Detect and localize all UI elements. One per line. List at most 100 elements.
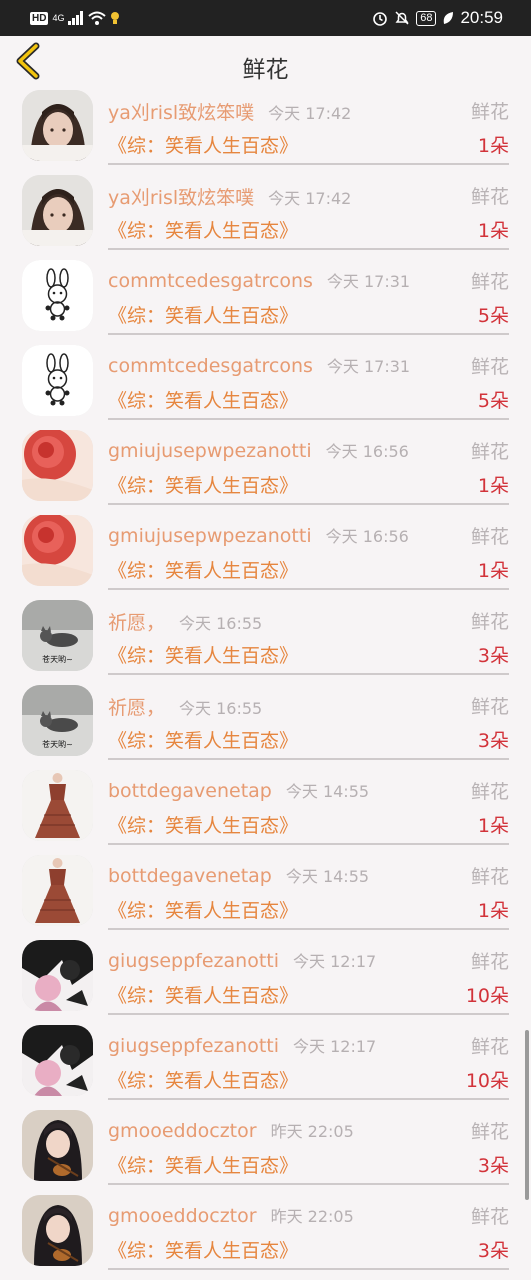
book-title[interactable]: 《综：笑看人生百态》 (108, 641, 298, 668)
avatar[interactable] (22, 430, 93, 501)
list-item-content: giugseppfezanotti 今天 12:17 鲜花 《综：笑看人生百态》 … (0, 940, 531, 1025)
clock: 20:59 (460, 8, 503, 27)
divider (108, 1183, 509, 1185)
username-line: commtcedesgatrcons 今天 17:31 (108, 353, 410, 377)
leaf-icon (444, 12, 454, 24)
header-bar: 鲜花 (0, 36, 531, 84)
username[interactable]: 祈愿， (108, 697, 165, 719)
timestamp: 今天 17:42 (268, 189, 352, 208)
timestamp: 今天 16:55 (179, 699, 263, 718)
username[interactable]: 祈愿， (108, 612, 165, 634)
divider (108, 843, 509, 845)
book-title[interactable]: 《综：笑看人生百态》 (108, 216, 298, 243)
avatar[interactable] (22, 1110, 93, 1181)
list-item[interactable]: gmooeddocztor 昨天 22:05 鲜花 《综：笑看人生百态》 3朵 (0, 1189, 531, 1274)
username[interactable]: commtcedesgatrcons (108, 270, 313, 292)
gift-count: 1朵 (477, 220, 509, 242)
list-item[interactable]: gmiujusepwpezanotti 今天 16:56 鲜花 《综：笑看人生百态… (0, 509, 531, 594)
flower-gift-list[interactable]: ya刈risl致炫笨噗 今天 17:42 鲜花 《综：笑看人生百态》 1朵 ya刈… (0, 84, 531, 1280)
gift-type: 鲜花 (470, 186, 509, 208)
gift-count: 3朵 (477, 730, 509, 752)
gift-type: 鲜花 (470, 271, 509, 293)
avatar[interactable] (22, 260, 93, 331)
book-title[interactable]: 《综：笑看人生百态》 (108, 896, 298, 923)
username-line: ya刈risl致炫笨噗 今天 17:42 (108, 98, 351, 125)
book-title[interactable]: 《综：笑看人生百态》 (108, 1151, 298, 1178)
avatar[interactable] (22, 1025, 93, 1096)
username[interactable]: gmiujusepwpezanotti (108, 440, 312, 462)
list-item[interactable]: bottdegavenetap 今天 14:55 鲜花 《综：笑看人生百态》 1朵 (0, 764, 531, 849)
book-title[interactable]: 《综：笑看人生百态》 (108, 726, 298, 753)
status-left: HD 4G (30, 9, 120, 27)
username-line: gmooeddocztor 昨天 22:05 (108, 1118, 354, 1142)
username[interactable]: giugseppfezanotti (108, 950, 279, 972)
book-title[interactable]: 《综：笑看人生百态》 (108, 301, 298, 328)
username[interactable]: gmiujusepwpezanotti (108, 525, 312, 547)
scrollbar[interactable] (525, 1030, 529, 1200)
username-line: gmiujusepwpezanotti 今天 16:56 (108, 438, 409, 462)
list-item-content: gmooeddocztor 昨天 22:05 鲜花 《综：笑看人生百态》 3朵 (0, 1110, 531, 1195)
avatar[interactable] (22, 940, 93, 1011)
avatar[interactable] (22, 90, 93, 161)
username[interactable]: bottdegavenetap (108, 865, 272, 887)
username[interactable]: gmooeddocztor (108, 1120, 257, 1142)
username[interactable]: ya刈risl致炫笨噗 (108, 102, 254, 124)
list-item-content: ya刈risl致炫笨噗 今天 17:42 鲜花 《综：笑看人生百态》 1朵 (0, 90, 531, 175)
timestamp: 今天 17:42 (268, 104, 352, 123)
avatar[interactable] (22, 855, 93, 926)
list-item-content: bottdegavenetap 今天 14:55 鲜花 《综：笑看人生百态》 1朵 (0, 855, 531, 940)
username-line: commtcedesgatrcons 今天 17:31 (108, 268, 410, 292)
list-item[interactable]: gmooeddocztor 昨天 22:05 鲜花 《综：笑看人生百态》 3朵 (0, 1104, 531, 1189)
gift-count: 1朵 (477, 900, 509, 922)
timestamp: 今天 14:55 (285, 867, 370, 886)
avatar[interactable]: 苍天哟~ (22, 600, 93, 671)
list-item[interactable]: 苍天哟~ 祈愿， 今天 16:55 鲜花 《综：笑看人生百态》 3朵 (0, 594, 531, 679)
book-title[interactable]: 《综：笑看人生百态》 (108, 386, 298, 413)
book-title[interactable]: 《综：笑看人生百态》 (108, 131, 298, 158)
list-item[interactable]: commtcedesgatrcons 今天 17:31 鲜花 《综：笑看人生百态》… (0, 339, 531, 424)
avatar[interactable] (22, 175, 93, 246)
avatar[interactable]: 苍天哟~ (22, 685, 93, 756)
svg-text:苍天哟~: 苍天哟~ (42, 654, 73, 664)
list-item[interactable]: bottdegavenetap 今天 14:55 鲜花 《综：笑看人生百态》 1朵 (0, 849, 531, 934)
list-item[interactable]: gmiujusepwpezanotti 今天 16:56 鲜花 《综：笑看人生百态… (0, 424, 531, 509)
list-item[interactable]: 苍天哟~ 祈愿， 今天 16:55 鲜花 《综：笑看人生百态》 3朵 (0, 679, 531, 764)
gift-type: 鲜花 (470, 1121, 509, 1143)
list-item[interactable]: giugseppfezanotti 今天 12:17 鲜花 《综：笑看人生百态》 … (0, 1019, 531, 1104)
book-title[interactable]: 《综：笑看人生百态》 (108, 471, 298, 498)
avatar[interactable] (22, 770, 93, 841)
divider (108, 248, 509, 250)
avatar[interactable] (22, 1195, 93, 1266)
timestamp: 今天 12:17 (293, 952, 377, 971)
list-item-content: gmooeddocztor 昨天 22:05 鲜花 《综：笑看人生百态》 3朵 (0, 1195, 531, 1280)
username[interactable]: giugseppfezanotti (108, 1035, 279, 1057)
gift-type: 鲜花 (470, 101, 509, 123)
username[interactable]: bottdegavenetap (108, 780, 272, 802)
username[interactable]: ya刈risl致炫笨噗 (108, 187, 254, 209)
network-type: 4G (52, 13, 65, 23)
book-title[interactable]: 《综：笑看人生百态》 (108, 981, 298, 1008)
gift-count: 10朵 (465, 985, 509, 1007)
book-title[interactable]: 《综：笑看人生百态》 (108, 811, 298, 838)
book-title[interactable]: 《综：笑看人生百态》 (108, 556, 298, 583)
gift-type: 鲜花 (470, 441, 509, 463)
list-item[interactable]: ya刈risl致炫笨噗 今天 17:42 鲜花 《综：笑看人生百态》 1朵 (0, 84, 531, 169)
gift-count: 1朵 (477, 815, 509, 837)
divider (108, 758, 509, 760)
timestamp: 今天 14:55 (285, 782, 370, 801)
username[interactable]: commtcedesgatrcons (108, 355, 313, 377)
gift-type: 鲜花 (470, 781, 509, 803)
timestamp: 今天 16:56 (325, 527, 409, 546)
gift-type: 鲜花 (470, 1206, 509, 1228)
username[interactable]: gmooeddocztor (108, 1205, 257, 1227)
list-item[interactable]: giugseppfezanotti 今天 12:17 鲜花 《综：笑看人生百态》 … (0, 934, 531, 1019)
avatar[interactable] (22, 345, 93, 416)
divider (108, 503, 509, 505)
status-right: 68 20:59 (372, 8, 503, 28)
avatar[interactable] (22, 515, 93, 586)
book-title[interactable]: 《综：笑看人生百态》 (108, 1236, 298, 1263)
list-item[interactable]: commtcedesgatrcons 今天 17:31 鲜花 《综：笑看人生百态》… (0, 254, 531, 339)
list-item[interactable]: ya刈risl致炫笨噗 今天 17:42 鲜花 《综：笑看人生百态》 1朵 (0, 169, 531, 254)
book-title[interactable]: 《综：笑看人生百态》 (108, 1066, 298, 1093)
list-item-content: gmiujusepwpezanotti 今天 16:56 鲜花 《综：笑看人生百态… (0, 515, 531, 600)
